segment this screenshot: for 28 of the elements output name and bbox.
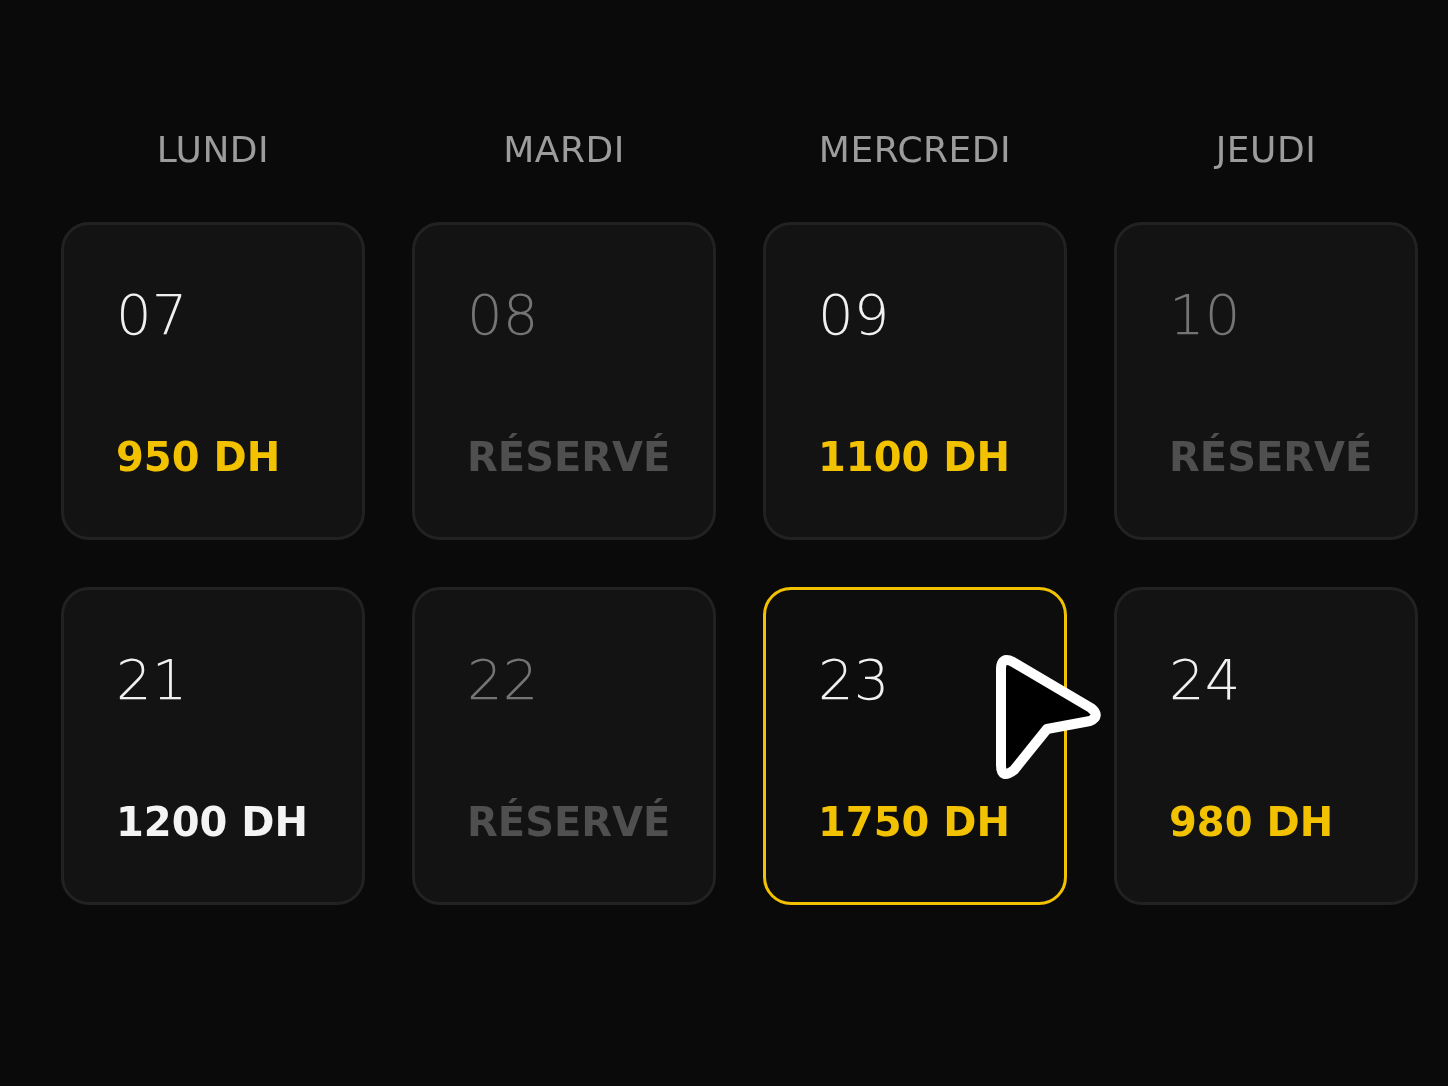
day-number: 10 — [1169, 283, 1241, 347]
day-card[interactable]: 09 1100 DH — [763, 222, 1067, 540]
price-label: 980 DH — [1169, 798, 1334, 846]
day-card[interactable]: 10 RÉSERVÉ — [1114, 222, 1418, 540]
price-label: RÉSERVÉ — [467, 798, 671, 846]
day-number: 07 — [116, 283, 188, 347]
price-label: 1200 DH — [116, 798, 308, 846]
day-card[interactable]: 23 1750 DH — [763, 587, 1067, 905]
weekday-label: JEUDI — [1215, 128, 1317, 172]
day-number: 09 — [818, 283, 890, 347]
price-label: 1750 DH — [818, 798, 1010, 846]
day-number: 22 — [467, 648, 539, 712]
price-label: 1100 DH — [818, 433, 1010, 481]
price-label: RÉSERVÉ — [467, 433, 671, 481]
weekday-label: MARDI — [503, 128, 625, 172]
day-card[interactable]: 07 950 DH — [61, 222, 365, 540]
price-label: 950 DH — [116, 433, 281, 481]
price-label: RÉSERVÉ — [1169, 433, 1373, 481]
day-number: 08 — [467, 283, 539, 347]
day-card[interactable]: 22 RÉSERVÉ — [412, 587, 716, 905]
day-card[interactable]: 24 980 DH — [1114, 587, 1418, 905]
day-card[interactable]: 21 1200 DH — [61, 587, 365, 905]
day-number: 23 — [818, 648, 890, 712]
day-number: 24 — [1169, 648, 1241, 712]
weekday-label: LUNDI — [156, 128, 270, 172]
day-number: 21 — [116, 648, 188, 712]
day-card[interactable]: 08 RÉSERVÉ — [412, 222, 716, 540]
weekday-label: MERCREDI — [818, 128, 1012, 172]
